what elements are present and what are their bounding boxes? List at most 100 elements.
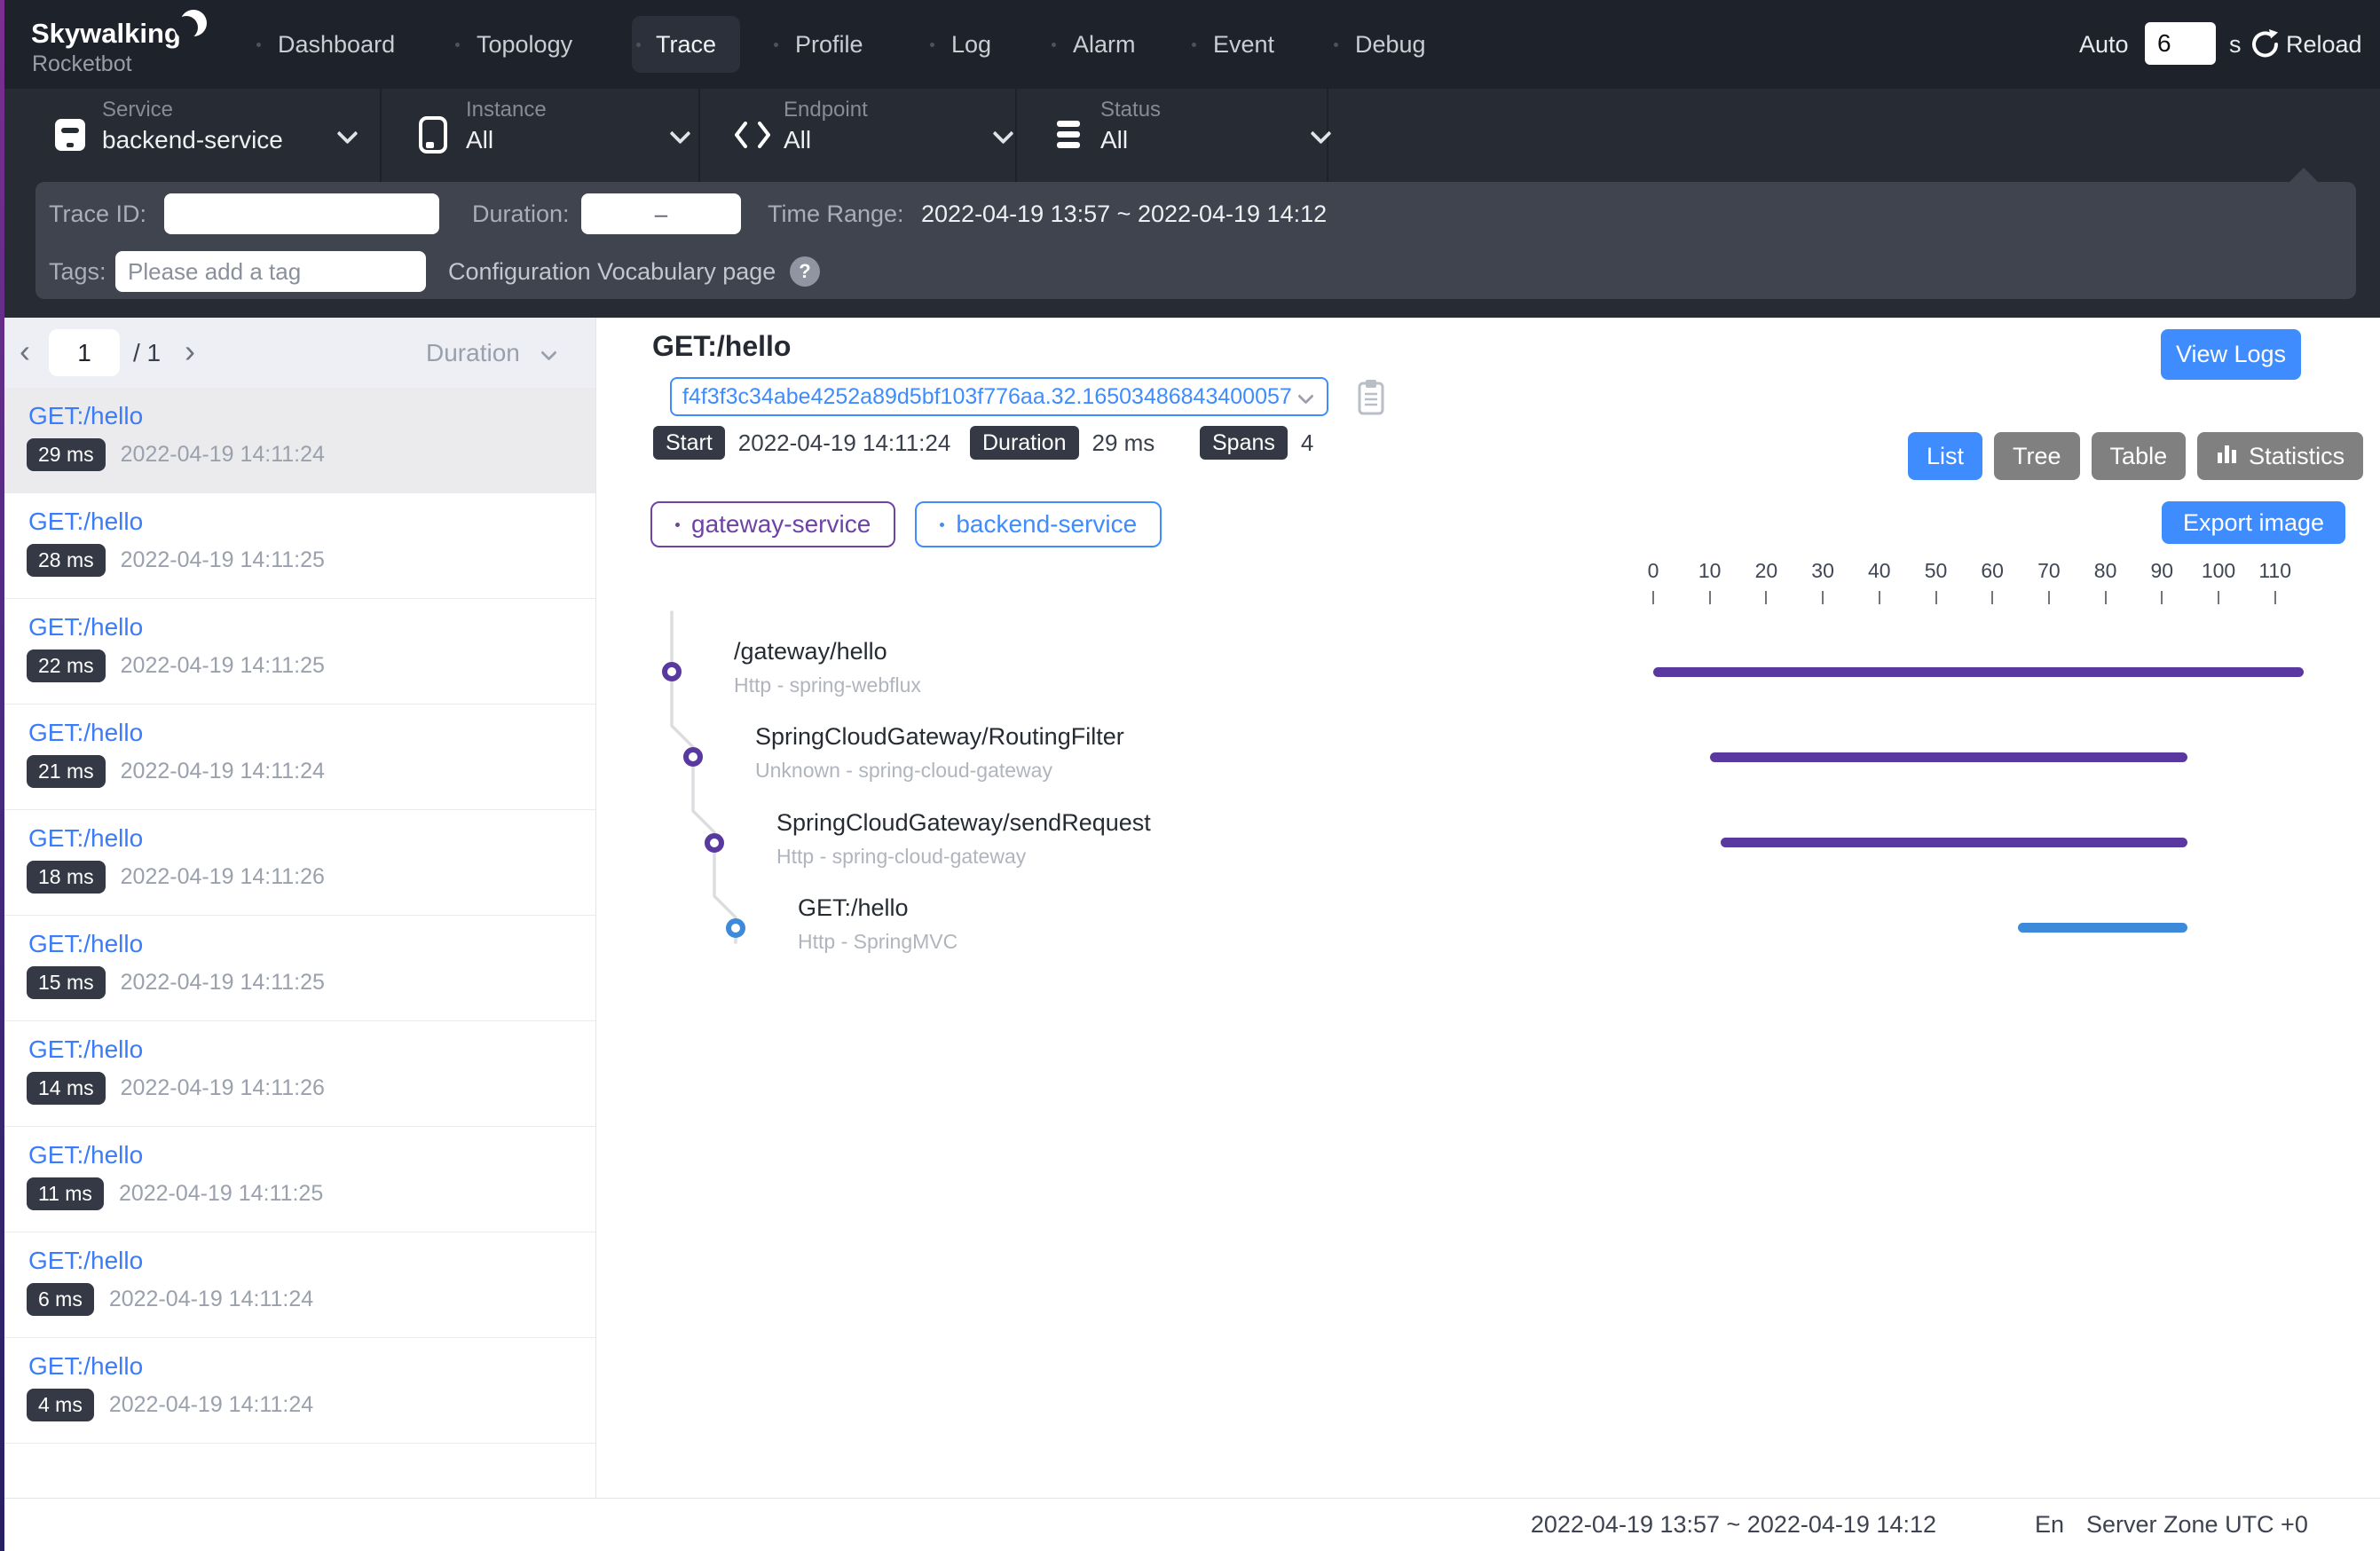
trace-item-timestamp: 2022-04-19 14:11:25 <box>121 547 325 573</box>
axis-tick-mark <box>2048 591 2050 604</box>
tab-statistics-label: Statistics <box>2249 443 2345 470</box>
trace-list-item[interactable]: GET:/hello4 ms2022-04-19 14:11:24 <box>0 1338 595 1444</box>
nav-item-event[interactable]: Event <box>1213 0 1274 89</box>
nav-item-trace[interactable]: Trace <box>632 16 740 73</box>
nav-item-profile[interactable]: Profile <box>795 0 863 89</box>
next-page-icon[interactable]: › <box>185 318 195 388</box>
tab-list[interactable]: List <box>1908 432 1982 480</box>
span-node-icon[interactable] <box>726 918 745 938</box>
auto-refresh-label: Auto <box>2079 0 2129 89</box>
trace-item-title: GET:/hello <box>28 1247 143 1275</box>
vocabulary-link[interactable]: Configuration Vocabulary page <box>448 251 776 292</box>
reload-label[interactable]: Reload <box>2286 0 2362 89</box>
clipboard-copy-icon[interactable] <box>1354 378 1388 421</box>
trace-item-title: GET:/hello <box>28 402 143 430</box>
trace-list-item[interactable]: GET:/hello14 ms2022-04-19 14:11:26 <box>0 1021 595 1127</box>
span-duration-bar[interactable] <box>1721 838 2187 847</box>
divider <box>698 89 700 182</box>
span-duration-bar[interactable] <box>1653 667 2304 677</box>
filter-bar: Service backend-service Instance All End… <box>0 89 2380 182</box>
trace-list-item[interactable]: GET:/hello 6 ms2022-04-19 14:11:24 <box>0 1232 595 1338</box>
server-zone[interactable]: Server Zone UTC +0 <box>2086 1499 2308 1551</box>
trace-item-meta: 6 ms2022-04-19 14:11:24 <box>27 1283 313 1316</box>
start-value: 2022-04-19 14:11:24 <box>738 429 951 457</box>
trace-list-item[interactable]: GET:/hello29 ms2022-04-19 14:11:24 <box>0 388 595 493</box>
timeline-axis: 0102030405060708090100110 <box>1653 559 2363 612</box>
span-component: Http - spring-cloud-gateway <box>776 845 1026 869</box>
tags-input[interactable] <box>115 251 426 292</box>
trace-list-item[interactable]: GET:/hello22 ms2022-04-19 14:11:25 <box>0 599 595 705</box>
axis-tick-mark <box>1652 591 1654 604</box>
dot-icon <box>675 523 680 527</box>
trace-id-input[interactable] <box>164 193 439 234</box>
trace-title: GET:/hello <box>652 330 791 363</box>
span-duration-bar[interactable] <box>1710 752 2187 762</box>
footer-bar: 2022-04-19 13:57 ~ 2022-04-19 14:12 En S… <box>0 1498 2380 1551</box>
span-name: SpringCloudGateway/RoutingFilter <box>755 723 1124 751</box>
trace-list-item[interactable]: GET:/hello28 ms2022-04-19 14:11:25 <box>0 493 595 599</box>
reload-icon[interactable] <box>2249 28 2282 66</box>
status-icon <box>1050 114 1087 160</box>
trace-item-title: GET:/hello <box>28 1352 143 1381</box>
nav-item-debug[interactable]: Debug <box>1355 0 1426 89</box>
axis-tick-label: 110 <box>2258 559 2291 583</box>
page-number-input[interactable] <box>49 329 120 376</box>
duration-badge: 22 ms <box>27 650 106 682</box>
trace-item-title: GET:/hello <box>28 824 143 853</box>
trace-list-sidebar: ‹ / 1 › Duration GET:/hello29 ms2022-04-… <box>0 318 596 1498</box>
trace-item-timestamp: 2022-04-19 14:11:26 <box>121 1075 325 1101</box>
trace-item-meta: 11 ms2022-04-19 14:11:25 <box>27 1177 323 1210</box>
service-selector[interactable]: Service backend-service <box>51 89 362 182</box>
footer-time-range[interactable]: 2022-04-19 13:57 ~ 2022-04-19 14:12 <box>1531 1499 1936 1551</box>
nav-item-log[interactable]: Log <box>951 0 991 89</box>
divider <box>380 89 382 182</box>
span-node-icon[interactable] <box>662 662 682 681</box>
auto-refresh-input[interactable] <box>2145 22 2216 65</box>
export-image-button[interactable]: Export image <box>2162 501 2345 544</box>
language-switch[interactable]: En <box>2035 1499 2064 1551</box>
trace-list-item[interactable]: GET:/hello15 ms2022-04-19 14:11:25 <box>0 916 595 1021</box>
axis-tick-label: 70 <box>2037 559 2061 583</box>
status-selector[interactable]: Status All <box>1050 89 1329 182</box>
trace-list-item[interactable]: GET:/hello18 ms2022-04-19 14:11:26 <box>0 810 595 916</box>
tags-label: Tags: <box>49 251 106 292</box>
span-duration-bar[interactable] <box>2018 923 2187 933</box>
sort-dropdown[interactable]: Duration <box>426 318 520 388</box>
instance-icon <box>415 114 453 160</box>
trace-item-meta: 28 ms 2022-04-19 14:11:25 <box>27 544 325 577</box>
trace-list-item[interactable]: GET:/hello11 ms2022-04-19 14:11:25 <box>0 1127 595 1232</box>
view-mode-tabs: List Tree Table Statistics <box>1908 432 2363 480</box>
duration-badge: 28 ms <box>27 544 106 577</box>
nav-item-alarm[interactable]: Alarm <box>1073 0 1136 89</box>
crescent-moon-icon <box>174 7 213 51</box>
view-logs-button[interactable]: View Logs <box>2161 329 2301 380</box>
instance-value: All <box>466 126 493 154</box>
span-component: Unknown - spring-cloud-gateway <box>755 759 1052 783</box>
trace-item-meta: 22 ms2022-04-19 14:11:25 <box>27 650 325 682</box>
help-icon[interactable]: ? <box>790 256 820 287</box>
tab-table[interactable]: Table <box>2092 432 2187 480</box>
axis-tick-label: 80 <box>2094 559 2117 583</box>
time-range-value[interactable]: 2022-04-19 13:57 ~ 2022-04-19 14:12 <box>921 193 1327 234</box>
tab-statistics[interactable]: Statistics <box>2197 432 2363 480</box>
tab-tree[interactable]: Tree <box>1994 432 2080 480</box>
nav-item-topology[interactable]: Topology <box>477 0 572 89</box>
endpoint-value: All <box>784 126 811 154</box>
endpoint-selector[interactable]: Endpoint All <box>733 89 1013 182</box>
trace-list-item[interactable]: GET:/hello21 ms2022-04-19 14:11:24 <box>0 705 595 810</box>
chevron-down-icon <box>992 122 1013 144</box>
prev-page-icon[interactable]: ‹ <box>20 318 30 388</box>
instance-selector[interactable]: Instance All <box>415 89 690 182</box>
trace-item-timestamp: 2022-04-19 14:11:26 <box>121 864 325 890</box>
axis-tick-mark <box>2218 591 2219 604</box>
trace-id-select[interactable]: f4f3f3c34abe4252a89d5bf103f776aa.32.1650… <box>670 377 1328 416</box>
duration-badge: 6 ms <box>27 1283 94 1316</box>
endpoint-label: Endpoint <box>784 98 868 122</box>
nav-item-dashboard[interactable]: Dashboard <box>278 0 395 89</box>
trace-item-title: GET:/hello <box>28 930 143 958</box>
span-node-icon[interactable] <box>705 833 724 853</box>
axis-tick-label: 60 <box>1981 559 2004 583</box>
skywalking-trace-page: Skywalking Rocketbot DashboardTopologyTr… <box>0 0 2380 1551</box>
trace-item-timestamp: 2022-04-19 14:11:24 <box>121 442 325 468</box>
duration-filter-input[interactable] <box>581 193 741 234</box>
